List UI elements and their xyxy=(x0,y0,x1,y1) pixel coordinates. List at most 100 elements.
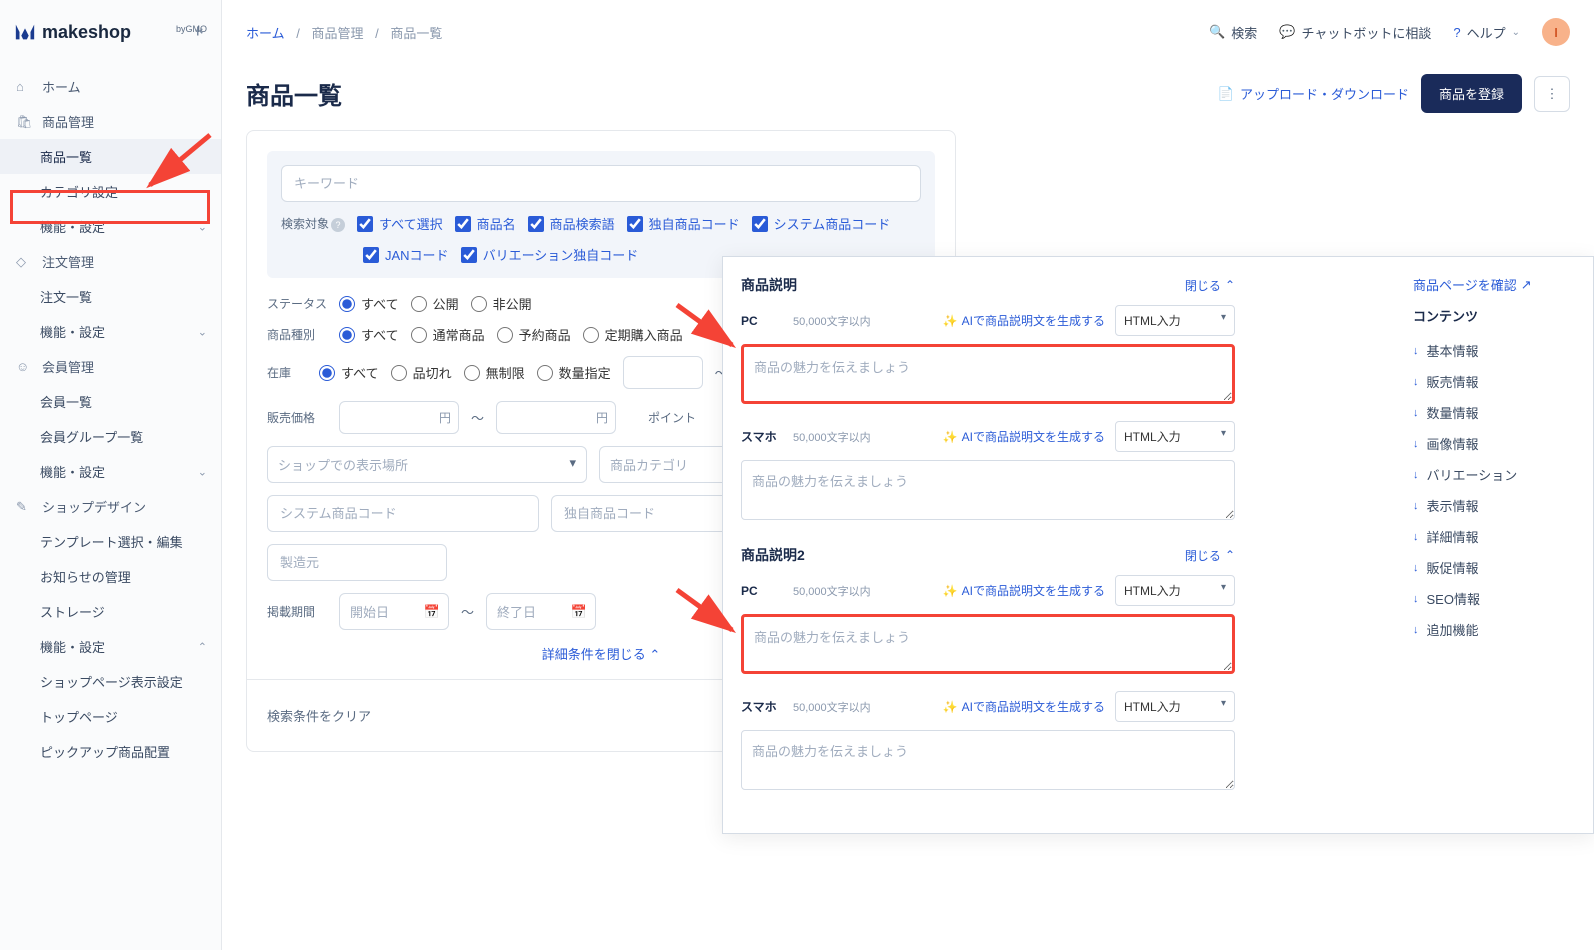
anchor-link[interactable]: ↓画像情報 xyxy=(1413,428,1575,459)
price-label: 販売価格 xyxy=(267,409,327,426)
ai-generate[interactable]: ✨AIで商品説明文を生成する xyxy=(943,582,1105,599)
stock-out[interactable]: 品切れ xyxy=(391,363,452,382)
anchor-link[interactable]: ↓基本情報 xyxy=(1413,335,1575,366)
arrow-down-icon: ↓ xyxy=(1413,469,1419,481)
target-label: 検索対象? xyxy=(281,215,345,232)
chk-name[interactable]: 商品名 xyxy=(455,214,516,233)
stock-qty[interactable]: 数量指定 xyxy=(537,363,611,382)
breadcrumb-home[interactable]: ホーム xyxy=(246,26,285,41)
register-button[interactable]: 商品を登録 xyxy=(1421,74,1522,113)
sidebar-collapse-icon[interactable] xyxy=(191,22,211,42)
nav-top-page[interactable]: トップページ xyxy=(0,699,221,734)
html-select[interactable]: HTML入力 xyxy=(1115,421,1235,452)
desc2-pc-textarea[interactable] xyxy=(741,614,1235,674)
arrow-down-icon: ↓ xyxy=(1413,500,1419,512)
type-subs[interactable]: 定期購入商品 xyxy=(583,325,683,344)
topbar-chatbot[interactable]: 💬チャットボットに相談 xyxy=(1279,23,1431,42)
anchor-link[interactable]: ↓表示情報 xyxy=(1413,490,1575,521)
type-reserve[interactable]: 予約商品 xyxy=(497,325,571,344)
avatar[interactable]: I xyxy=(1542,18,1570,46)
display-select[interactable]: ショップでの表示場所 xyxy=(267,446,587,483)
nav-news[interactable]: お知らせの管理 xyxy=(0,559,221,594)
type-label: 商品種別 xyxy=(267,326,327,343)
stock-all[interactable]: すべて xyxy=(319,363,379,382)
status-public[interactable]: 公開 xyxy=(411,294,459,313)
anchor-link[interactable]: ↓詳細情報 xyxy=(1413,521,1575,552)
maker-input[interactable] xyxy=(267,544,447,581)
desc1-pc-textarea[interactable] xyxy=(741,344,1235,404)
check-page-link[interactable]: 商品ページを確認 ↗ xyxy=(1413,275,1575,294)
nav-func2[interactable]: 機能・設定⌄ xyxy=(0,314,221,349)
topbar-help[interactable]: ?ヘルプ⌄ xyxy=(1453,23,1520,42)
chevron-down-icon: ⌄ xyxy=(198,220,207,233)
chevron-down-icon: ⌄ xyxy=(198,325,207,338)
chk-owncode[interactable]: 独自商品コード xyxy=(627,214,740,233)
anchor-link[interactable]: ↓追加機能 xyxy=(1413,614,1575,645)
end-date[interactable]: 終了日📅 xyxy=(486,593,596,630)
type-normal[interactable]: 通常商品 xyxy=(411,325,485,344)
html-select[interactable]: HTML入力 xyxy=(1115,691,1235,722)
stock-qty-from[interactable] xyxy=(623,356,703,389)
nav-orders[interactable]: ◇注文管理 xyxy=(0,244,221,279)
chk-syscode[interactable]: システム商品コード xyxy=(752,214,891,233)
sec2-close[interactable]: 閉じる ⌃ xyxy=(1185,547,1235,564)
nav-order-list[interactable]: 注文一覧 xyxy=(0,279,221,314)
desc2-sp-textarea[interactable] xyxy=(741,730,1235,790)
sec1-close[interactable]: 閉じる ⌃ xyxy=(1185,277,1235,294)
anchor-link[interactable]: ↓数量情報 xyxy=(1413,397,1575,428)
nav-members[interactable]: ☺会員管理 xyxy=(0,349,221,384)
nav-design[interactable]: ✎ショップデザイン xyxy=(0,489,221,524)
chevron-down-icon: ⌄ xyxy=(198,465,207,478)
syscode-input[interactable] xyxy=(267,495,539,532)
external-icon: ↗ xyxy=(1521,277,1532,293)
ai-generate[interactable]: ✨AIで商品説明文を生成する xyxy=(943,698,1105,715)
ai-generate[interactable]: ✨AIで商品説明文を生成する xyxy=(943,428,1105,445)
nav-category[interactable]: カテゴリ設定 xyxy=(0,174,221,209)
more-button[interactable]: ⋮ xyxy=(1534,76,1570,112)
chk-all[interactable]: すべて選択 xyxy=(357,214,443,233)
nav-member-list[interactable]: 会員一覧 xyxy=(0,384,221,419)
upload-download-link[interactable]: 📄アップロード・ダウンロード xyxy=(1218,84,1409,103)
chevron-up-icon: ⌃ xyxy=(649,647,660,662)
file-icon: 📄 xyxy=(1218,86,1234,102)
desc1-sp-textarea[interactable] xyxy=(741,460,1235,520)
nav-func1[interactable]: 機能・設定⌄ xyxy=(0,209,221,244)
type-all[interactable]: すべて xyxy=(339,325,399,344)
nav-func3[interactable]: 機能・設定⌄ xyxy=(0,454,221,489)
nav-products[interactable]: 🛍商品管理 xyxy=(0,104,221,139)
sec2-title: 商品説明2 xyxy=(741,545,805,565)
chk-varcode[interactable]: バリエーション独自コード xyxy=(461,245,639,264)
nav-template[interactable]: テンプレート選択・編集 xyxy=(0,524,221,559)
status-all[interactable]: すべて xyxy=(339,294,399,313)
nav-home[interactable]: ⌂ホーム xyxy=(0,69,221,104)
status-private[interactable]: 非公開 xyxy=(471,294,532,313)
anchor-link[interactable]: ↓バリエーション xyxy=(1413,459,1575,490)
chevron-down-icon: ⌄ xyxy=(1512,27,1520,38)
clear-filters[interactable]: 検索条件をクリア xyxy=(267,706,371,725)
html-select[interactable]: HTML入力 xyxy=(1115,575,1235,606)
help-icon[interactable]: ? xyxy=(331,218,345,232)
nav-product-list[interactable]: 商品一覧 xyxy=(0,139,221,174)
anchor-link[interactable]: ↓販売情報 xyxy=(1413,366,1575,397)
ai-generate[interactable]: ✨AIで商品説明文を生成する xyxy=(943,312,1105,329)
nav-member-group[interactable]: 会員グループ一覧 xyxy=(0,419,221,454)
sparkle-icon: ✨ xyxy=(943,700,958,714)
chk-jan[interactable]: JANコード xyxy=(363,245,449,264)
palette-icon: ✎ xyxy=(16,499,32,515)
stock-unlimited[interactable]: 無制限 xyxy=(464,363,525,382)
arrow-down-icon: ↓ xyxy=(1413,593,1419,605)
nav-pickup[interactable]: ピックアップ商品配置 xyxy=(0,734,221,769)
nav-func4[interactable]: 機能・設定⌃ xyxy=(0,629,221,664)
arrow-down-icon: ↓ xyxy=(1413,624,1419,636)
panel-main: 商品説明閉じる ⌃ PC 50,000文字以内 ✨AIで商品説明文を生成する H… xyxy=(723,257,1253,833)
html-select[interactable]: HTML入力 xyxy=(1115,305,1235,336)
anchor-link[interactable]: ↓販促情報 xyxy=(1413,552,1575,583)
start-date[interactable]: 開始日📅 xyxy=(339,593,449,630)
nav-page-display[interactable]: ショップページ表示設定 xyxy=(0,664,221,699)
chk-term[interactable]: 商品検索語 xyxy=(528,214,615,233)
nav-storage[interactable]: ストレージ xyxy=(0,594,221,629)
keyword-input[interactable] xyxy=(281,165,921,202)
topbar-search[interactable]: 🔍検索 xyxy=(1209,23,1257,42)
description-panel: 商品ページを確認 ↗ コンテンツ ↓基本情報↓販売情報↓数量情報↓画像情報↓バリ… xyxy=(722,256,1594,834)
anchor-link[interactable]: ↓SEO情報 xyxy=(1413,583,1575,614)
